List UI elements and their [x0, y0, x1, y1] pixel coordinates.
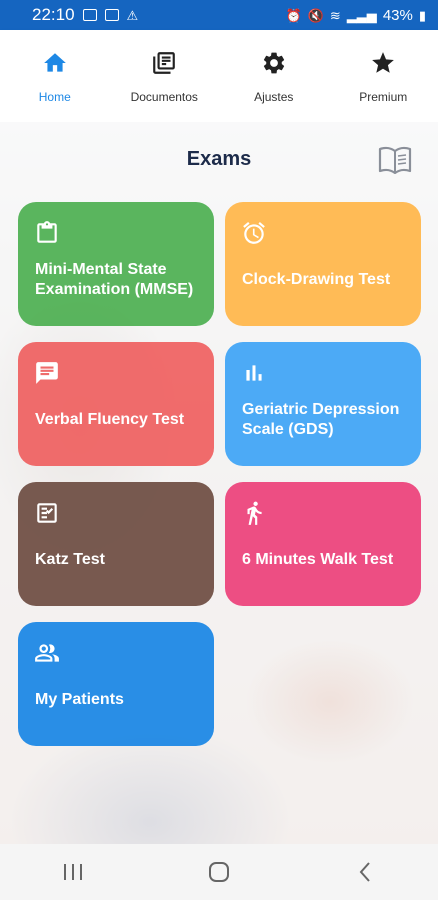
- top-tab-bar: Home Documentos Ajustes Premium: [0, 30, 438, 122]
- mute-icon: 🔇: [307, 7, 324, 23]
- alarm-icon: ⏰: [285, 7, 302, 23]
- card-katz-label: Katz Test: [35, 551, 105, 568]
- home-circle-icon: [209, 862, 229, 882]
- people-icon: [35, 644, 59, 662]
- card-verbal-fluency-label: Verbal Fluency Test: [35, 411, 185, 428]
- card-my-patients-label: My Patients: [35, 691, 124, 708]
- card-katz[interactable]: Katz Test: [18, 482, 214, 606]
- gear-icon: [263, 52, 284, 74]
- card-verbal-fluency[interactable]: Verbal Fluency Test: [18, 342, 214, 466]
- warning-icon: ⚠: [126, 7, 139, 23]
- card-clock-drawing-label: Clock-Drawing Test: [242, 271, 391, 288]
- walking-icon: [247, 501, 262, 525]
- card-6-minutes-walk-label: 6 Minutes Walk Test: [242, 551, 394, 568]
- card-gds[interactable]: Geriatric Depression Scale (GDS): [225, 342, 421, 466]
- tab-premium-label: Premium: [359, 90, 408, 104]
- card-mmse-label: Mini-Mental State Examination (MMSE): [35, 261, 194, 298]
- tab-home-label: Home: [38, 90, 71, 104]
- tab-ajustes-label: Ajustes: [254, 90, 294, 104]
- back-button[interactable]: [335, 844, 395, 900]
- tab-premium[interactable]: Premium: [329, 30, 438, 122]
- book-icon[interactable]: [378, 146, 412, 174]
- card-gds-label: Geriatric Depression Scale (GDS): [242, 401, 400, 438]
- wifi-icon: ≋: [329, 7, 341, 23]
- status-bar: 22:10 ⚠ ⏰ 🔇 ≋ ▂▃▅ 43% ▮: [0, 0, 438, 30]
- status-time: 22:10: [32, 5, 75, 24]
- card-6-minutes-walk[interactable]: 6 Minutes Walk Test: [225, 482, 421, 606]
- page-title: Exams: [186, 148, 252, 170]
- tab-documentos[interactable]: Documentos: [110, 30, 220, 122]
- battery-icon: ▮: [418, 7, 426, 23]
- clipboard-icon: [37, 221, 57, 243]
- image-icon: [82, 9, 97, 21]
- battery-percent: 43%: [382, 6, 413, 24]
- card-my-patients[interactable]: My Patients: [18, 622, 214, 746]
- tab-home[interactable]: Home: [0, 30, 110, 122]
- monitor-icon: [104, 9, 119, 21]
- home-icon: [43, 53, 66, 72]
- card-clock-drawing[interactable]: Clock-Drawing Test: [225, 202, 421, 326]
- system-nav-bar: [0, 844, 438, 900]
- card-mmse[interactable]: Mini-Mental State Examination (MMSE): [18, 202, 214, 326]
- chat-icon: [36, 362, 58, 384]
- tab-documentos-label: Documentos: [130, 90, 198, 104]
- main-content: Exams Mini-Mental State Examination (MMS…: [0, 122, 438, 844]
- recent-apps-button[interactable]: [43, 844, 103, 900]
- recent-apps-icon: [64, 864, 82, 880]
- tab-ajustes[interactable]: Ajustes: [219, 30, 329, 122]
- checklist-icon: [37, 503, 57, 523]
- documents-icon: [153, 52, 176, 74]
- star-icon: [372, 52, 395, 73]
- signal-icon: ▂▃▅: [346, 7, 377, 23]
- back-icon: [359, 862, 370, 882]
- alarm-clock-icon: [243, 222, 265, 244]
- bar-chart-icon: [246, 365, 262, 381]
- home-nav-button[interactable]: [189, 844, 249, 900]
